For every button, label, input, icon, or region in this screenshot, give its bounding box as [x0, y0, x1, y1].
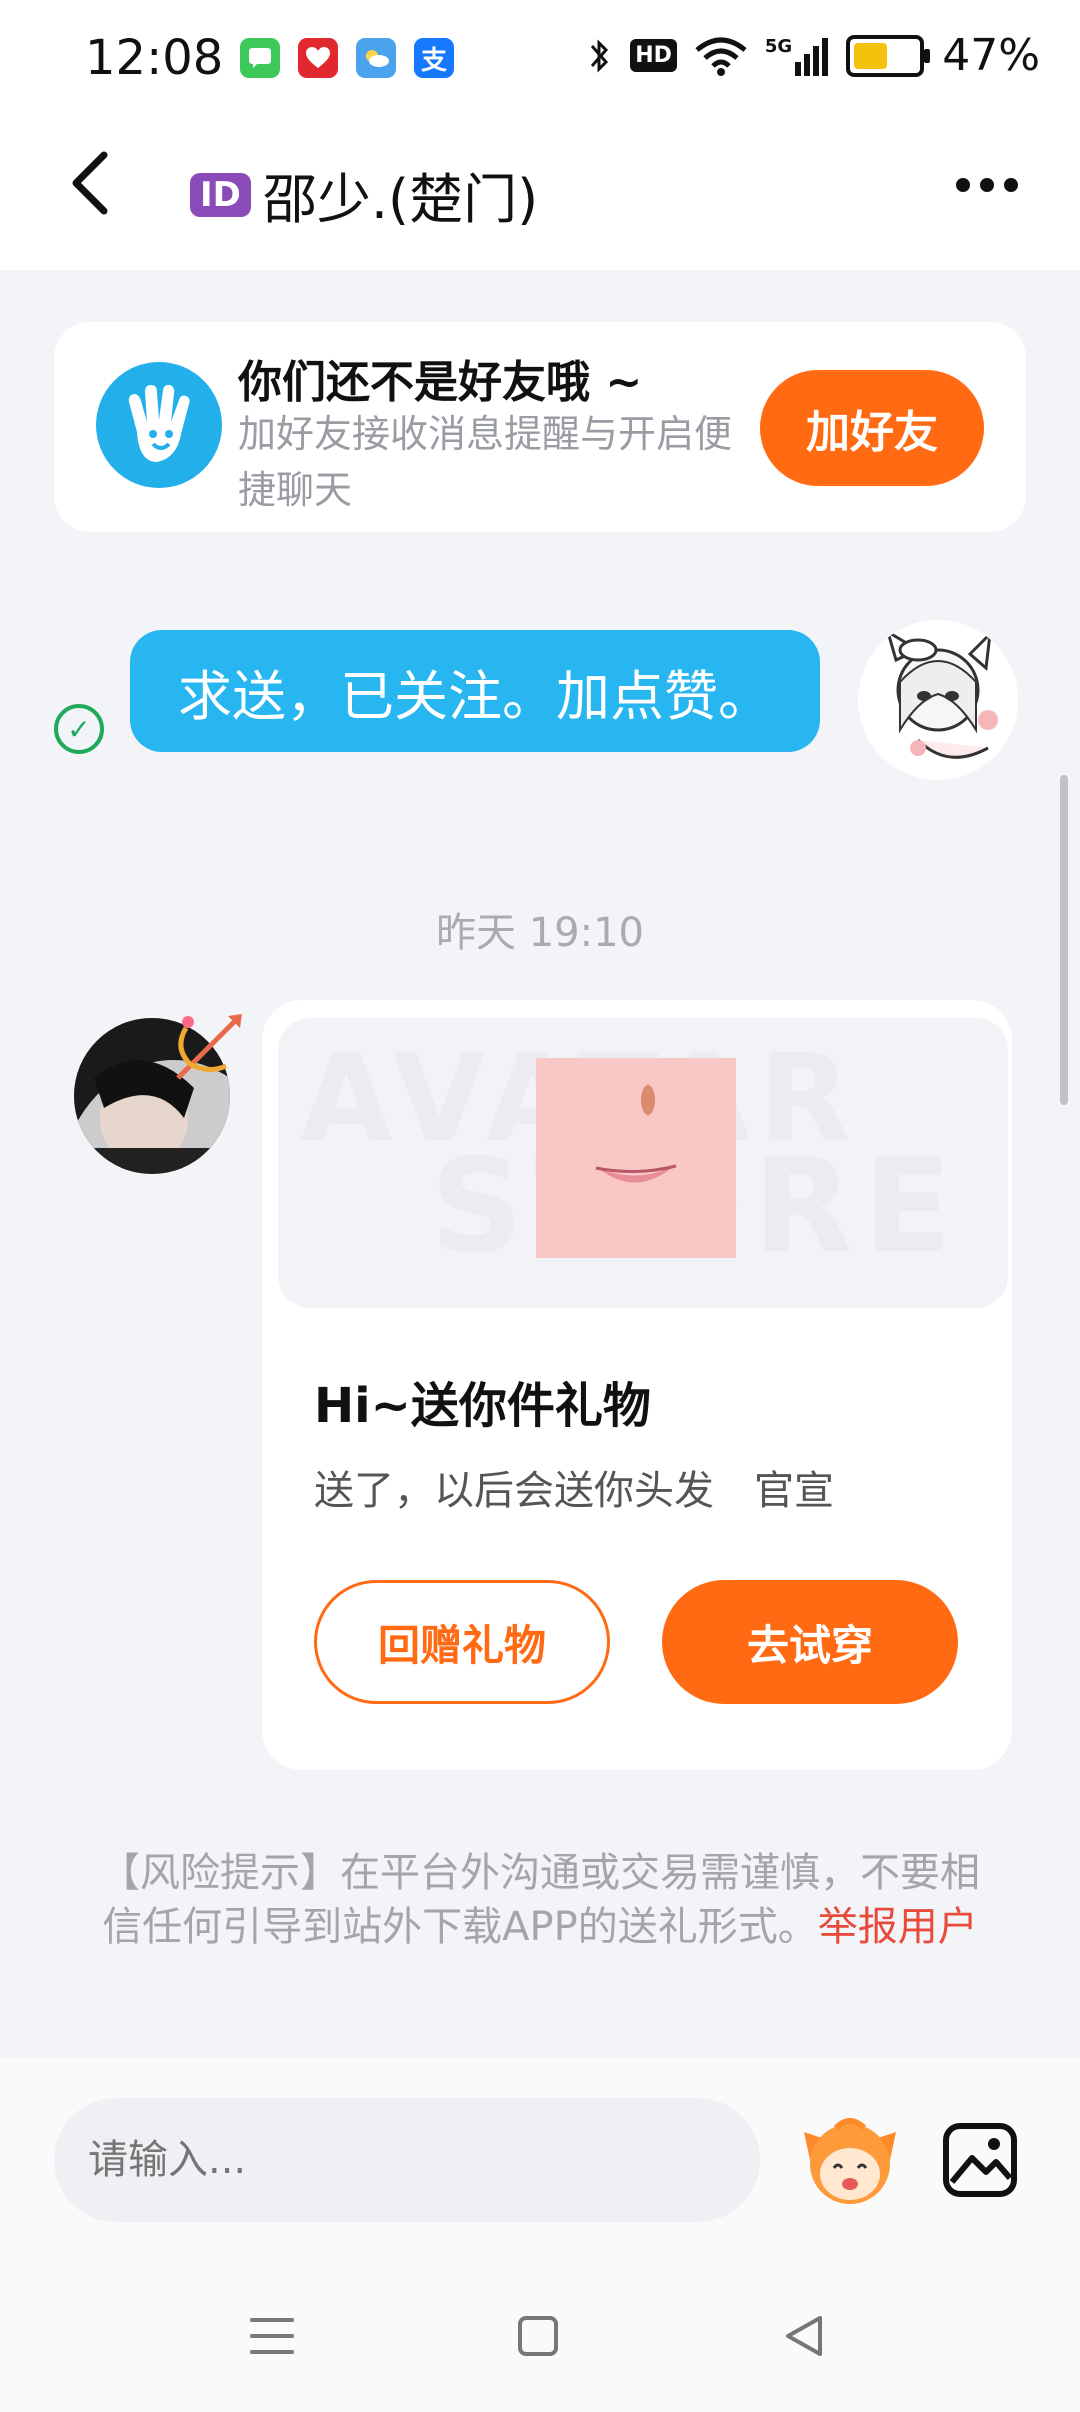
alipay-icon: 支	[414, 38, 454, 78]
nav-home-button[interactable]	[518, 2316, 558, 2356]
id-badge: ID	[190, 172, 251, 217]
bluetooth-icon	[591, 38, 609, 73]
chat-title: ID 邵少.(楚门)	[190, 155, 538, 234]
nav-back-button[interactable]	[782, 2314, 826, 2358]
outgoing-message-bubble[interactable]: 求送，已关注。加点赞。	[130, 630, 820, 752]
battery-percent: 47%	[942, 30, 1040, 81]
chat-scrollbar[interactable]	[1060, 775, 1068, 1105]
more-dots-icon[interactable]	[956, 178, 1018, 192]
battery-level	[854, 42, 888, 69]
chevron-left-icon[interactable]	[70, 150, 110, 232]
wifi-icon	[695, 37, 747, 76]
risk-warning: 【风险提示】在平台外沟通或交易需谨慎，不要相信任何引导到站外下载APP的送礼形式…	[100, 1846, 980, 1954]
status-time: 12:08	[85, 30, 224, 86]
read-check-icon: ✓	[54, 704, 104, 754]
message-input[interactable]	[54, 2098, 760, 2222]
weather-icon	[356, 38, 396, 78]
try-on-button[interactable]: 去试穿	[662, 1580, 958, 1704]
image-picker-icon[interactable]	[942, 2122, 1018, 2198]
cupid-arrow-icon	[168, 1008, 248, 1088]
friend-card-title: 你们还不是好友哦 ~	[238, 357, 643, 408]
battery-icon	[846, 34, 931, 77]
friend-card-subtitle: 加好友接收消息提醒与开启便捷聊天	[238, 412, 733, 512]
report-user-link[interactable]: 举报用户	[818, 1904, 978, 1950]
add-friend-button[interactable]: 加好友	[760, 370, 984, 486]
gift-card-title: Hi~送你件礼物	[314, 1378, 651, 1434]
status-right-group: HD 5G 47%	[588, 30, 1040, 81]
messages-icon	[240, 38, 280, 78]
waving-hand-icon	[96, 362, 222, 488]
gift-item-image[interactable]	[536, 1058, 736, 1258]
message-timestamp: 昨天 19:10	[436, 910, 644, 956]
nav-recents-button[interactable]	[250, 2318, 294, 2366]
chat-header	[0, 120, 1080, 270]
gift-app-icon	[298, 38, 338, 78]
contact-name: 邵少.(楚门)	[262, 168, 539, 231]
cellular-signal-icon: 5G	[765, 36, 829, 76]
gift-card-description: 送了，以后会送你头发 官宣	[314, 1468, 834, 1514]
return-gift-button[interactable]: 回赠礼物	[314, 1580, 610, 1704]
my-avatar[interactable]	[858, 620, 1018, 780]
emoji-sticker-icon[interactable]	[800, 2110, 900, 2210]
hd-badge: HD	[630, 39, 677, 72]
